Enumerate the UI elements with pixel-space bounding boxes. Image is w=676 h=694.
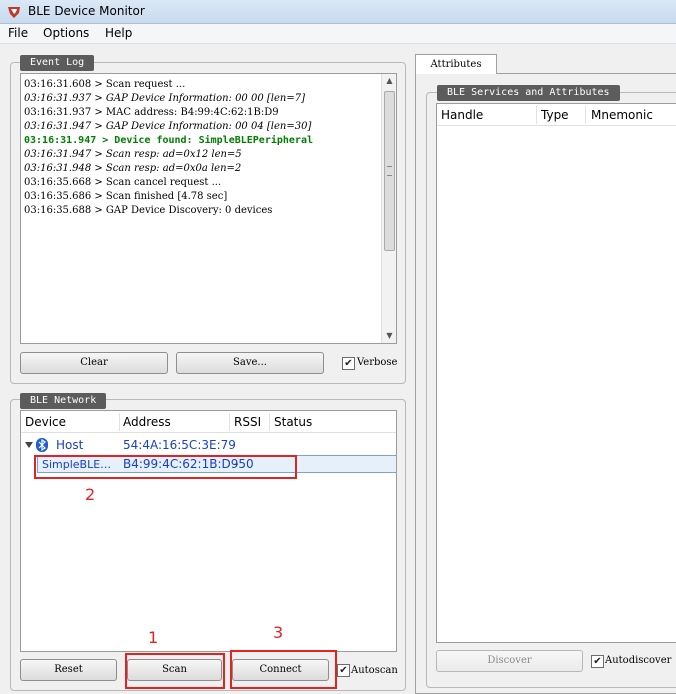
bluetooth-icon	[36, 438, 48, 452]
host-name[interactable]: Host	[56, 438, 83, 452]
event-log-title: Event Log	[20, 55, 95, 71]
scroll-up-icon[interactable]: ▲	[382, 74, 396, 88]
ble-services-title: BLE Services and Attributes	[437, 85, 620, 101]
event-log-scrollbar[interactable]: ▲ ▼	[381, 74, 396, 343]
menu-options[interactable]: Options	[43, 26, 89, 40]
device-list-header: Device Address RSSI Status	[21, 411, 396, 433]
scroll-down-icon[interactable]: ▼	[382, 329, 396, 343]
app-logo-icon	[8, 7, 20, 18]
col-device[interactable]: Device	[25, 415, 66, 429]
menu-file[interactable]: File	[8, 26, 28, 40]
reset-button[interactable]: Reset	[20, 659, 117, 681]
discover-button[interactable]: Discover	[436, 650, 583, 672]
annotation-number-1: 1	[148, 628, 159, 647]
col-mnemonic[interactable]: Mnemonic	[591, 108, 653, 122]
log-line: 03:16:31.947 > Scan resp: ad=0x12 len=5	[24, 149, 242, 160]
annotation-number-3: 3	[273, 623, 284, 642]
log-line: 03:16:35.668 > Scan cancel request ...	[24, 177, 222, 188]
autodiscover-label: Autodiscover	[605, 655, 672, 666]
clear-button[interactable]: Clear	[20, 352, 168, 374]
attributes-list-header: Handle Type Mnemonic	[437, 104, 676, 126]
log-line: 03:16:35.686 > Scan finished [4.78 sec]	[24, 191, 228, 202]
ble-network-title: BLE Network	[20, 393, 107, 409]
scroll-thumb[interactable]	[384, 91, 395, 251]
title-bar: BLE Device Monitor	[0, 0, 676, 24]
col-address[interactable]: Address	[123, 415, 171, 429]
log-line: 03:16:31.608 > Scan request ...	[24, 79, 186, 90]
menu-bar: File Options Help	[0, 24, 676, 44]
col-type[interactable]: Type	[541, 108, 569, 122]
autoscan-checkbox[interactable]: ✔	[337, 664, 350, 677]
autodiscover-checkbox[interactable]: ✔	[591, 655, 604, 668]
annotation-box-scan	[125, 653, 225, 689]
menu-help[interactable]: Help	[105, 26, 132, 40]
event-log-textbox[interactable]: 03:16:31.608 > Scan request ... 03:16:31.…	[20, 73, 397, 344]
host-address: 54:4A:16:5C:3E:79	[123, 438, 236, 452]
verbose-label: Verbose	[357, 357, 398, 368]
attributes-list[interactable]: Handle Type Mnemonic	[436, 103, 676, 643]
log-line: 03:16:31.948 > Scan resp: ad=0x0a len=2	[24, 163, 242, 174]
col-handle[interactable]: Handle	[441, 108, 483, 122]
log-line: 03:16:31.937 > GAP Device Information: 0…	[24, 93, 305, 104]
annotation-box-device	[34, 455, 297, 479]
tab-attributes[interactable]: Attributes	[415, 54, 497, 74]
annotation-number-2: 2	[85, 485, 96, 504]
log-line: 03:16:35.688 > GAP Device Discovery: 0 d…	[24, 205, 273, 216]
save-button[interactable]: Save...	[176, 352, 324, 374]
expand-arrow-icon[interactable]	[25, 442, 33, 448]
col-rssi[interactable]: RSSI	[234, 415, 261, 429]
log-line: 03:16:31.937 > MAC address: B4:99:4C:62:…	[24, 107, 279, 118]
log-line: 03:16:31.947 > GAP Device Information: 0…	[24, 121, 312, 132]
col-status[interactable]: Status	[274, 415, 312, 429]
annotation-box-connect	[230, 650, 337, 689]
autoscan-label: Autoscan	[351, 665, 398, 676]
verbose-checkbox[interactable]: ✔	[342, 357, 355, 370]
window-title: BLE Device Monitor	[28, 4, 145, 18]
log-line: 03:16:31.947 > Device found: SimpleBLEPe…	[24, 135, 313, 146]
device-list[interactable]: Device Address RSSI Status Host 54:4A:16…	[20, 410, 397, 652]
